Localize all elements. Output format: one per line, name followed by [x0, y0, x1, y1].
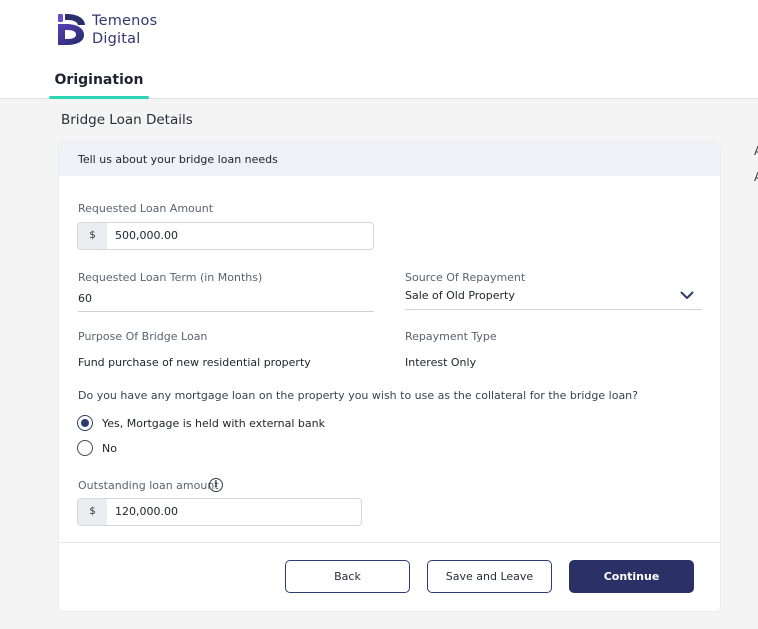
currency-prefix: $	[78, 499, 107, 525]
temenos-logo-icon	[58, 14, 85, 45]
footer-divider	[59, 542, 720, 543]
logo-line-2: Digital	[92, 31, 141, 47]
clipped-letter: A	[754, 164, 758, 190]
loan-term-label: Requested Loan Term (in Months)	[78, 271, 263, 284]
active-tab-indicator	[49, 96, 149, 99]
radio-no-label[interactable]: No	[102, 442, 117, 455]
temenos-logo[interactable]: Temenos Digital	[57, 12, 177, 48]
loan-term-input[interactable]: 60	[78, 291, 374, 312]
radio-yes-label[interactable]: Yes, Mortgage is held with external bank	[102, 417, 325, 430]
requested-amount-input[interactable]: $ 500,000.00	[77, 222, 374, 250]
clipped-side-text: A A	[754, 138, 758, 190]
requested-amount-value: 500,000.00	[115, 229, 178, 242]
currency-prefix: $	[78, 223, 107, 249]
loan-term-value: 60	[78, 292, 92, 305]
save-and-leave-button[interactable]: Save and Leave	[427, 560, 552, 593]
back-button[interactable]: Back	[285, 560, 410, 593]
mortgage-question: Do you have any mortgage loan on the pro…	[78, 389, 638, 402]
page-title: Bridge Loan Details	[61, 112, 193, 128]
top-bar: Temenos Digital Origination	[0, 0, 758, 99]
source-of-repayment-select[interactable]: Sale of Old Property	[405, 289, 702, 310]
outstanding-amount-label: Outstanding loan amount	[78, 479, 219, 492]
form-card-header-text: Tell us about your bridge loan needs	[78, 153, 278, 166]
outstanding-amount-input[interactable]: $ 120,000.00	[77, 498, 362, 526]
outstanding-amount-value: 120,000.00	[115, 505, 178, 518]
info-icon[interactable]: i	[209, 478, 223, 492]
tab-origination[interactable]: Origination	[49, 62, 149, 99]
clipped-letter: A	[754, 138, 758, 164]
continue-button[interactable]: Continue	[569, 560, 694, 593]
source-of-repayment-value: Sale of Old Property	[405, 289, 515, 302]
purpose-label: Purpose Of Bridge Loan	[78, 330, 208, 343]
requested-amount-label: Requested Loan Amount	[78, 202, 214, 215]
tab-origination-label: Origination	[54, 72, 144, 88]
radio-yes-external-bank[interactable]	[77, 415, 93, 431]
form-card-header: Tell us about your bridge loan needs	[59, 143, 720, 176]
radio-no[interactable]	[77, 440, 93, 456]
purpose-value: Fund purchase of new residential propert…	[78, 356, 311, 369]
logo-text: Temenos Digital	[92, 12, 157, 48]
logo-line-1: Temenos	[92, 13, 158, 29]
source-of-repayment-label: Source Of Repayment	[405, 271, 526, 284]
repayment-type-label: Repayment Type	[405, 330, 497, 343]
chevron-down-icon	[680, 291, 694, 299]
repayment-type-value: Interest Only	[405, 356, 477, 369]
bridge-loan-form-card: Tell us about your bridge loan needs Req…	[59, 143, 720, 611]
